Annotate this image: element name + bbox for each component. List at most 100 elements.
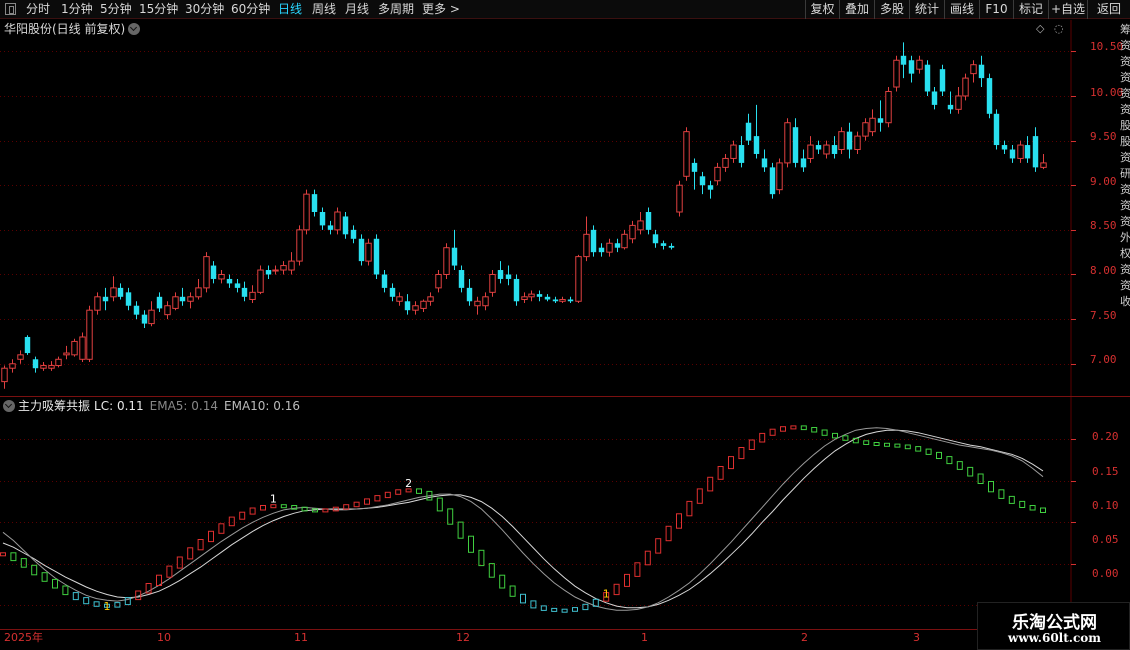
lc-block <box>291 505 298 510</box>
lc-block <box>842 435 849 441</box>
candle-body-down <box>404 301 411 311</box>
candle-body-up <box>730 144 737 159</box>
back-button[interactable]: 返回 <box>1087 0 1130 19</box>
multi-stock-button[interactable]: 多股 <box>874 0 909 19</box>
candle-body-down <box>358 238 365 262</box>
candle-body-down <box>513 278 520 302</box>
settings-circle-icon[interactable]: ◌ <box>1054 22 1064 35</box>
indicator-title: 主力吸筹共振 LC: 0.11 EMA5: 0.14 EMA10: 0.16 <box>3 399 300 413</box>
candle-body-up <box>412 305 419 311</box>
lc-block <box>187 547 194 560</box>
candle-body-down <box>699 176 706 186</box>
chevron-down-icon[interactable] <box>128 23 141 35</box>
candle-body-up <box>714 166 721 182</box>
period-tab-60min[interactable]: 60分钟 <box>231 2 270 16</box>
lc-block <box>915 446 922 452</box>
lc-block <box>644 550 651 566</box>
candle-body-down <box>1009 149 1016 159</box>
ema5-line <box>2 427 1044 611</box>
lc-block <box>769 428 776 436</box>
lc-block <box>31 564 38 576</box>
period-toolbar: 分时 1分钟 5分钟 15分钟 30分钟 60分钟 日线 周线 月线 多周期 更… <box>0 0 1130 19</box>
candle-body-up <box>838 131 845 151</box>
lc-block <box>104 603 110 608</box>
chevron-down-icon[interactable] <box>3 400 15 412</box>
period-tab-5min[interactable]: 5分钟 <box>100 2 132 16</box>
period-tab-more[interactable]: 更多 > <box>422 2 460 16</box>
candle-body-down <box>234 283 241 288</box>
candle-body-down <box>1032 136 1039 168</box>
lc-value: LC: 0.11 <box>94 399 144 413</box>
candle-body-down <box>707 185 714 190</box>
candle-body-up <box>1040 162 1047 168</box>
draw-line-button[interactable]: 画线 <box>944 0 979 19</box>
candle-body-down <box>993 113 1000 146</box>
period-tab-monthly[interactable]: 月线 <box>345 2 369 16</box>
candle-body-down <box>645 212 652 230</box>
candle-body-up <box>521 296 528 300</box>
candle-body-down <box>497 270 504 279</box>
lc-block <box>592 598 599 607</box>
lc-block <box>852 437 859 444</box>
layout-toggle-icon[interactable] <box>5 3 16 15</box>
period-tab-weekly[interactable]: 周线 <box>312 2 336 16</box>
watermark-title: 乐淘公式网 <box>1012 613 1097 633</box>
candle-body-up <box>893 59 900 88</box>
lc-block <box>72 592 79 601</box>
lc-block <box>52 578 58 589</box>
lc-block <box>114 602 121 608</box>
period-tab-daily[interactable]: 日线 <box>278 2 302 16</box>
adjust-button[interactable]: 复权 <box>805 0 839 19</box>
lc-block <box>447 508 454 525</box>
overlay-button[interactable]: 叠加 <box>839 0 874 19</box>
period-tab-1min[interactable]: 1分钟 <box>61 2 93 16</box>
candle-body-up <box>474 300 481 307</box>
lc-block <box>676 513 682 529</box>
lc-block <box>166 565 173 578</box>
ind-y-tick-label: 0.05 <box>1092 533 1119 546</box>
candle-body-down <box>691 162 698 172</box>
y-tick-label: 9.50 <box>1090 130 1117 143</box>
x-tick-label: 10 <box>157 631 171 644</box>
add-watchlist-button[interactable]: +自选 <box>1048 0 1087 19</box>
period-tab-15min[interactable]: 15分钟 <box>139 2 178 16</box>
watermark: 乐淘公式网 www.60lt.com <box>977 602 1130 650</box>
statistics-button[interactable]: 统计 <box>909 0 944 19</box>
candle-body-up <box>272 269 279 272</box>
candle-body-down <box>939 69 946 92</box>
lc-block <box>509 585 516 597</box>
diamond-icon[interactable]: ◇ <box>1036 22 1044 35</box>
lc-block <box>717 466 724 480</box>
candle-body-up <box>71 340 78 356</box>
candle-body-up <box>683 131 690 177</box>
lc-block <box>686 500 693 517</box>
mark-button[interactable]: 标记 <box>1013 0 1048 19</box>
lc-block <box>863 440 870 445</box>
candle-body-down <box>32 359 39 369</box>
lc-block <box>239 511 246 520</box>
y-tick-label: 8.00 <box>1090 264 1117 277</box>
candle-body-down <box>389 287 396 297</box>
period-tab-30min[interactable]: 30分钟 <box>185 2 224 16</box>
lc-block <box>384 491 391 499</box>
lc-block <box>395 489 402 495</box>
candle-body-down <box>24 336 31 354</box>
lc-block <box>1040 507 1046 513</box>
lc-block <box>530 600 537 609</box>
lc-block <box>696 488 703 504</box>
lc-block <box>988 481 994 493</box>
main-chart-title: 华阳股份(日线 前复权) <box>4 22 141 36</box>
candle-body-up <box>869 117 876 133</box>
candle-body-up <box>722 157 729 168</box>
lc-block <box>93 601 100 607</box>
candle-body-down <box>924 64 931 92</box>
period-tab-timeshare[interactable]: 分时 <box>26 2 50 16</box>
candle-body-up <box>365 242 372 262</box>
lc-block <box>20 558 27 568</box>
candle-body-up <box>427 296 434 302</box>
f10-button[interactable]: F10 <box>979 0 1013 19</box>
candle-body-up <box>280 265 287 271</box>
lc-block <box>800 425 807 431</box>
period-tab-multi[interactable]: 多周期 <box>378 2 414 16</box>
y-tick-label: 9.00 <box>1090 175 1117 188</box>
